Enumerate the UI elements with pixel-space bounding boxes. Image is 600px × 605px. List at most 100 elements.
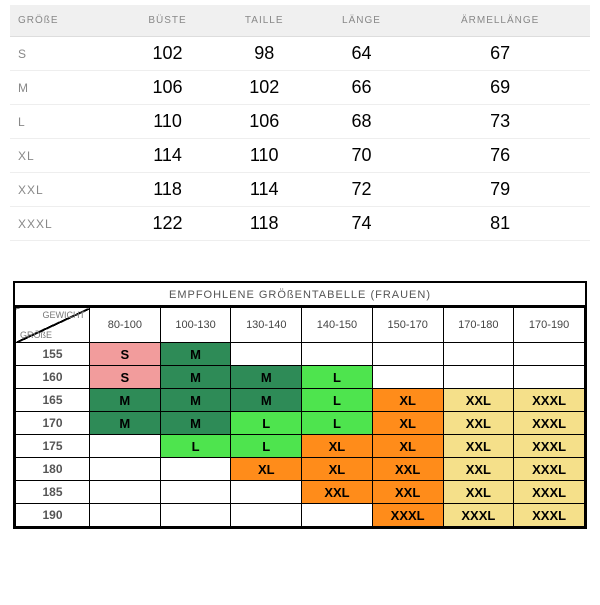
cell-bust: 102: [119, 37, 215, 71]
table-row: M1061026669: [10, 71, 590, 105]
size-cell: XXL: [372, 458, 443, 481]
size-cell: XXL: [443, 435, 514, 458]
size-cell: [231, 481, 302, 504]
size-cell: XXXL: [514, 504, 585, 527]
cell-sleeve: 73: [410, 105, 590, 139]
recommended-title: EMPFOHLENE GRÖßENTABELLE (FRAUEN): [15, 283, 585, 307]
weight-col: 170-190: [514, 308, 585, 343]
size-cell: L: [302, 412, 373, 435]
weight-col: 170-180: [443, 308, 514, 343]
measurements-header-row: GRÖßE BÜSTE TAILLE LÄNGE ÄRMELLÄNGE: [10, 5, 590, 37]
height-cell: 190: [16, 504, 90, 527]
corner-weight-label: GEWICHT: [43, 310, 86, 320]
measurements-table: GRÖßE BÜSTE TAILLE LÄNGE ÄRMELLÄNGE S102…: [10, 5, 590, 241]
cell-length: 74: [313, 207, 411, 241]
recommended-table-wrap: EMPFOHLENE GRÖßENTABELLE (FRAUEN) GEWICH…: [13, 281, 587, 529]
size-cell: [90, 458, 161, 481]
size-cell: [90, 504, 161, 527]
size-cell: [443, 366, 514, 389]
cell-bust: 110: [119, 105, 215, 139]
size-cell: XXL: [372, 481, 443, 504]
cell-size: M: [10, 71, 119, 105]
size-cell: L: [302, 366, 373, 389]
size-cell: M: [160, 412, 231, 435]
size-cell: [160, 458, 231, 481]
height-cell: 175: [16, 435, 90, 458]
cell-waist: 106: [216, 105, 313, 139]
table-row: 180XLXLXXLXXLXXXL: [16, 458, 585, 481]
cell-size: L: [10, 105, 119, 139]
size-cell: [514, 343, 585, 366]
size-cell: XXL: [302, 481, 373, 504]
size-cell: M: [90, 389, 161, 412]
size-cell: XXL: [443, 412, 514, 435]
size-cell: [372, 343, 443, 366]
size-cell: [160, 504, 231, 527]
table-row: XXXL1221187481: [10, 207, 590, 241]
size-cell: XXXL: [514, 481, 585, 504]
size-cell: [160, 481, 231, 504]
size-cell: XXXL: [514, 412, 585, 435]
cell-bust: 122: [119, 207, 215, 241]
cell-sleeve: 69: [410, 71, 590, 105]
size-cell: XXXL: [443, 504, 514, 527]
size-cell: S: [90, 366, 161, 389]
weight-col: 80-100: [90, 308, 161, 343]
size-cell: [231, 343, 302, 366]
table-row: 170MMLLXLXXLXXXL: [16, 412, 585, 435]
weight-col: 150-170: [372, 308, 443, 343]
cell-waist: 102: [216, 71, 313, 105]
table-row: 185XXLXXLXXLXXXL: [16, 481, 585, 504]
size-cell: [302, 504, 373, 527]
size-cell: M: [90, 412, 161, 435]
col-bust: BÜSTE: [119, 5, 215, 37]
col-sleeve: ÄRMELLÄNGE: [410, 5, 590, 37]
size-cell: [514, 366, 585, 389]
size-cell: L: [302, 389, 373, 412]
size-cell: M: [231, 366, 302, 389]
size-cell: XXXL: [514, 458, 585, 481]
weight-col: 140-150: [302, 308, 373, 343]
size-cell: [443, 343, 514, 366]
cell-sleeve: 81: [410, 207, 590, 241]
cell-size: XXXL: [10, 207, 119, 241]
size-cell: [372, 366, 443, 389]
size-cell: L: [231, 435, 302, 458]
cell-sleeve: 67: [410, 37, 590, 71]
col-length: LÄNGE: [313, 5, 411, 37]
height-cell: 170: [16, 412, 90, 435]
cell-bust: 106: [119, 71, 215, 105]
size-cell: XL: [372, 435, 443, 458]
recommended-table: GEWICHT GRÖßE 80-100 100-130 130-140 140…: [15, 307, 585, 527]
height-cell: 160: [16, 366, 90, 389]
table-row: 160SMML: [16, 366, 585, 389]
size-cell: [90, 481, 161, 504]
size-cell: XXXL: [514, 435, 585, 458]
size-cell: [302, 343, 373, 366]
cell-length: 66: [313, 71, 411, 105]
height-cell: 180: [16, 458, 90, 481]
cell-size: S: [10, 37, 119, 71]
size-cell: XXXL: [514, 389, 585, 412]
table-row: XL1141107076: [10, 139, 590, 173]
size-cell: XL: [372, 412, 443, 435]
size-cell: M: [231, 389, 302, 412]
table-row: S102986467: [10, 37, 590, 71]
table-row: XXL1181147279: [10, 173, 590, 207]
col-size: GRÖßE: [10, 5, 119, 37]
cell-size: XXL: [10, 173, 119, 207]
size-cell: XL: [372, 389, 443, 412]
cell-length: 70: [313, 139, 411, 173]
height-cell: 155: [16, 343, 90, 366]
cell-bust: 118: [119, 173, 215, 207]
size-cell: XL: [302, 435, 373, 458]
size-cell: [231, 504, 302, 527]
corner-cell: GEWICHT GRÖßE: [16, 308, 90, 343]
cell-waist: 118: [216, 207, 313, 241]
weight-col: 100-130: [160, 308, 231, 343]
cell-size: XL: [10, 139, 119, 173]
size-cell: XXL: [443, 389, 514, 412]
weight-col: 130-140: [231, 308, 302, 343]
cell-waist: 110: [216, 139, 313, 173]
cell-length: 68: [313, 105, 411, 139]
